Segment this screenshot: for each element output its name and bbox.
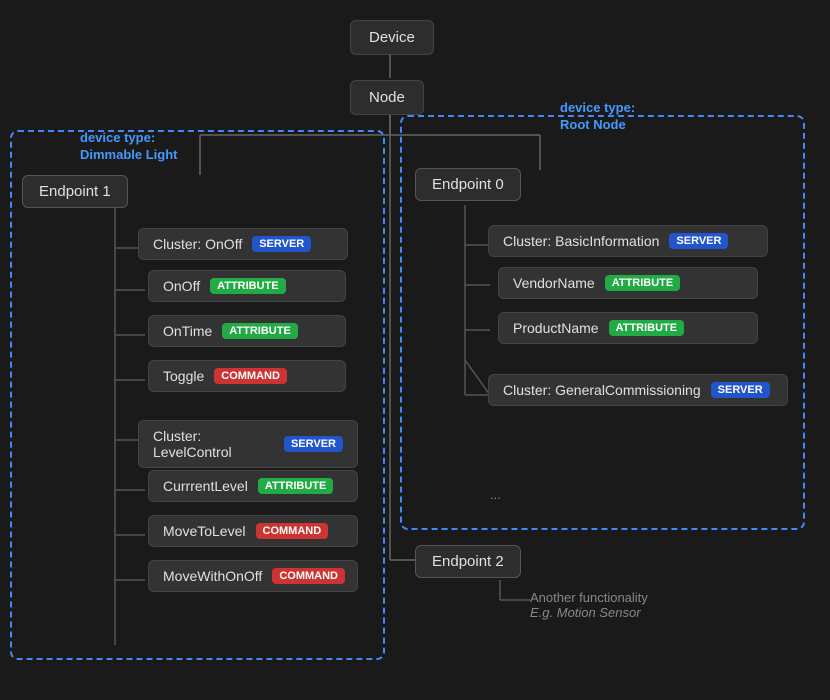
device-node: Device xyxy=(350,20,434,55)
attr-productname-badge: ATTRIBUTE xyxy=(609,320,685,336)
cluster-onoff-badge: SERVER xyxy=(252,236,311,252)
cmd-toggle: Toggle COMMAND xyxy=(148,360,346,392)
attr-vendorname-label: VendorName xyxy=(513,275,595,291)
cluster-generalcommissioning-label: Cluster: GeneralCommissioning xyxy=(503,382,701,398)
attr-onoff-label: OnOff xyxy=(163,278,200,294)
ellipsis-text: ... xyxy=(490,487,501,502)
endpoint2-label: Endpoint 2 xyxy=(432,553,504,570)
node-label: Node xyxy=(369,89,405,106)
cmd-movewithonoff: MoveWithOnOff COMMAND xyxy=(148,560,358,592)
cluster-basicinfo-badge: SERVER xyxy=(669,233,728,249)
cmd-movetolevel-label: MoveToLevel xyxy=(163,523,246,539)
cmd-toggle-label: Toggle xyxy=(163,368,204,384)
device-label: Device xyxy=(369,29,415,46)
cluster-basicinfo: Cluster: BasicInformation SERVER xyxy=(488,225,768,257)
cmd-movewithonoff-badge: COMMAND xyxy=(272,568,345,584)
cmd-movewithonoff-label: MoveWithOnOff xyxy=(163,568,262,584)
cmd-movetolevel: MoveToLevel COMMAND xyxy=(148,515,358,547)
attr-currentlevel: CurrrentLevel ATTRIBUTE xyxy=(148,470,358,502)
cluster-levelcontrol-label: Cluster: LevelControl xyxy=(153,428,274,460)
cluster-generalcommissioning-badge: SERVER xyxy=(711,382,770,398)
cluster-onoff-label: Cluster: OnOff xyxy=(153,236,242,252)
cluster-basicinfo-label: Cluster: BasicInformation xyxy=(503,233,659,249)
attr-ontime: OnTime ATTRIBUTE xyxy=(148,315,346,347)
attr-vendorname-badge: ATTRIBUTE xyxy=(605,275,681,291)
attr-currentlevel-label: CurrrentLevel xyxy=(163,478,248,494)
endpoint2-box: Endpoint 2 xyxy=(415,545,521,578)
attr-productname-label: ProductName xyxy=(513,320,599,336)
cmd-toggle-badge: COMMAND xyxy=(214,368,287,384)
endpoint1-label: Endpoint 1 xyxy=(39,183,111,200)
attr-onoff-badge: ATTRIBUTE xyxy=(210,278,286,294)
endpoint0-label: Endpoint 0 xyxy=(432,176,504,193)
attr-onoff: OnOff ATTRIBUTE xyxy=(148,270,346,302)
attr-currentlevel-badge: ATTRIBUTE xyxy=(258,478,334,494)
endpoint0-box: Endpoint 0 xyxy=(415,168,521,201)
endpoint1-box: Endpoint 1 xyxy=(22,175,128,208)
root-type-line1: device type: xyxy=(560,100,635,115)
cluster-generalcommissioning: Cluster: GeneralCommissioning SERVER xyxy=(488,374,788,406)
node-node: Node xyxy=(350,80,424,115)
cluster-levelcontrol-badge: SERVER xyxy=(284,436,343,452)
attr-productname: ProductName ATTRIBUTE xyxy=(498,312,758,344)
diagram: Device Node device type: Dimmable Light … xyxy=(0,0,830,700)
cmd-movetolevel-badge: COMMAND xyxy=(256,523,329,539)
endpoint2-subtext: Another functionality E.g. Motion Sensor xyxy=(530,590,648,620)
attr-ontime-badge: ATTRIBUTE xyxy=(222,323,298,339)
cluster-levelcontrol: Cluster: LevelControl SERVER xyxy=(138,420,358,468)
attr-ontime-label: OnTime xyxy=(163,323,212,339)
cluster-onoff: Cluster: OnOff SERVER xyxy=(138,228,348,260)
attr-vendorname: VendorName ATTRIBUTE xyxy=(498,267,758,299)
